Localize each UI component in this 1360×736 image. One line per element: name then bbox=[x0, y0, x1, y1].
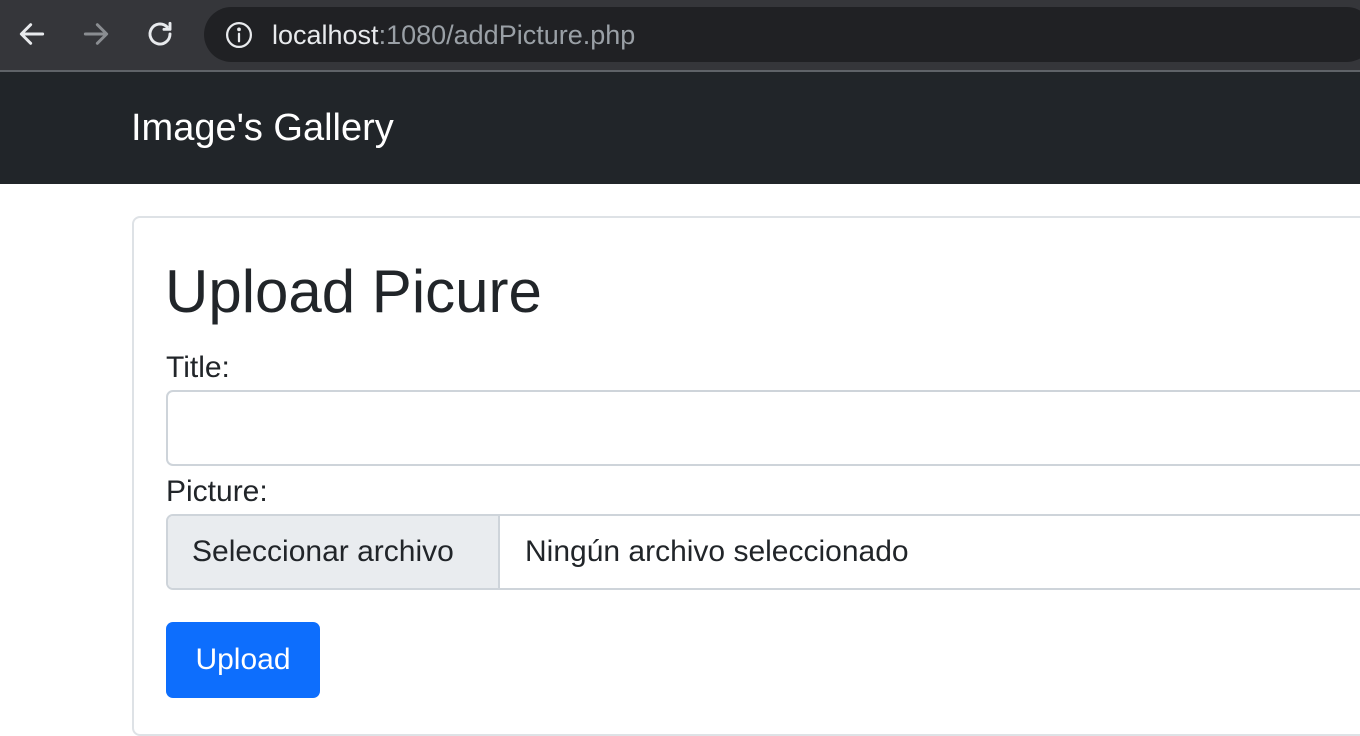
url-host: localhost bbox=[272, 20, 379, 50]
title-input[interactable] bbox=[166, 390, 1360, 466]
upload-button[interactable]: Upload bbox=[166, 622, 320, 698]
title-label: Title: bbox=[166, 351, 230, 384]
site-navbar: Image's Gallery bbox=[0, 72, 1360, 184]
file-status-text: Ningún archivo seleccionado bbox=[525, 535, 909, 568]
browser-toolbar: localhost:1080/addPicture.php bbox=[0, 0, 1360, 72]
arrow-right-icon bbox=[83, 23, 109, 45]
url-text: localhost:1080/addPicture.php bbox=[272, 19, 635, 51]
reload-icon bbox=[148, 21, 172, 46]
page-title: Upload Picure bbox=[165, 258, 542, 325]
reload-button[interactable] bbox=[140, 14, 180, 54]
forward-button[interactable] bbox=[76, 14, 116, 54]
address-bar[interactable]: localhost:1080/addPicture.php bbox=[204, 7, 1360, 62]
choose-file-button[interactable]: Seleccionar archivo bbox=[168, 516, 500, 588]
info-circle-icon[interactable] bbox=[224, 20, 254, 50]
navbar-brand[interactable]: Image's Gallery bbox=[131, 106, 394, 150]
back-button[interactable] bbox=[12, 14, 52, 54]
picture-file-input[interactable]: Seleccionar archivo Ningún archivo selec… bbox=[166, 514, 1360, 590]
url-path: :1080/addPicture.php bbox=[378, 20, 636, 50]
arrow-left-icon bbox=[19, 23, 45, 45]
picture-label: Picture: bbox=[166, 475, 268, 508]
